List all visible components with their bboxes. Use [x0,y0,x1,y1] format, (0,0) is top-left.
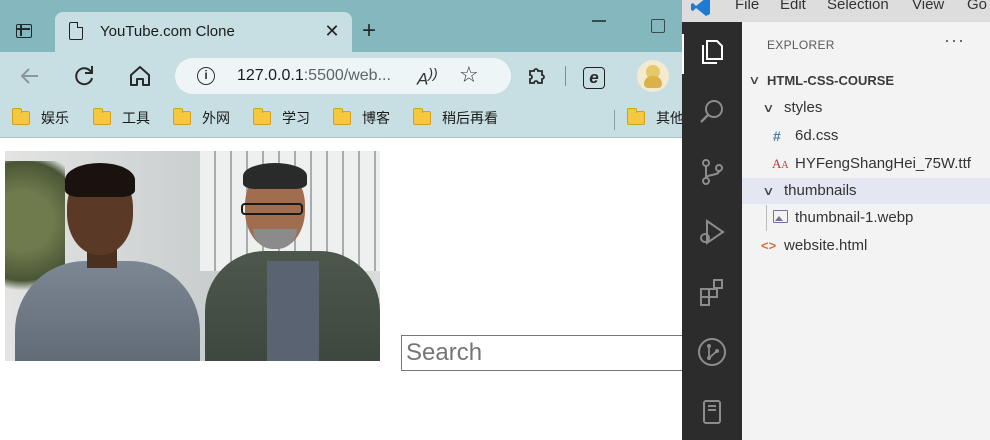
bookmark-label: 其他 [656,110,682,126]
folder-thumbnails[interactable]: ∨ thumbnails [742,178,990,204]
folder-icon [173,108,191,125]
notebook-icon[interactable] [696,396,728,428]
file-html[interactable]: <> website.html [742,233,990,259]
tab-close-icon[interactable]: ✕ [322,21,342,41]
maximize-icon[interactable] [651,19,665,33]
font-file-icon: AA [772,156,789,171]
bookmarks-divider [614,110,615,130]
tab-actions-icon[interactable] [10,18,36,44]
explorer-icon[interactable] [696,36,728,68]
browser-toolbar: i 127.0.0.1:5500/web... A)) ☆ e [0,52,682,100]
git-graph-icon[interactable] [696,336,728,368]
back-icon[interactable] [14,60,46,92]
tab-bar: YouTube.com Clone ✕ + [0,0,682,52]
file-label: thumbnail-1.webp [795,209,914,226]
folder-label: thumbnails [784,182,857,199]
project-name: HTML-CSS-COURSE [767,73,895,88]
ie-mode-icon[interactable]: e [578,60,610,92]
page-content [0,139,682,440]
menu-file[interactable]: File [735,0,759,14]
menu-go[interactable]: Go [967,0,987,14]
profile-avatar[interactable] [637,60,669,92]
tab-youtube-clone[interactable]: YouTube.com Clone ✕ [55,12,352,52]
vscode-logo-icon [690,0,712,18]
folder-icon [93,108,111,125]
active-indicator [682,34,684,74]
tab-title: YouTube.com Clone [100,23,235,40]
folder-icon [333,108,351,125]
explorer-sidebar: EXPLORER ··· ∨ HTML-CSS-COURSE ∨ styles … [742,22,990,440]
toolbar-divider [565,66,567,86]
folder-label: styles [784,99,823,116]
minimize-icon[interactable] [592,20,606,22]
file-css[interactable]: # 6d.css [742,123,990,149]
run-debug-icon[interactable] [696,216,728,248]
extensions-icon[interactable] [520,60,552,92]
folder-icon [12,108,30,125]
folder-icon [413,108,431,125]
browser-window: YouTube.com Clone ✕ + i 127.0.0.1:5500/w… [0,0,682,440]
new-tab-icon[interactable]: + [362,18,376,44]
explorer-title: EXPLORER [767,38,835,52]
refresh-icon[interactable] [68,60,100,92]
folder-styles[interactable]: ∨ styles [742,95,990,121]
extensions-view-icon[interactable] [696,276,728,308]
file-label: HYFengShangHei_75W.ttf [795,155,971,172]
video-thumbnail[interactable] [5,151,380,361]
bookmark-label: 工具 [122,110,150,126]
file-font[interactable]: AA HYFengShangHei_75W.ttf [742,151,990,177]
bookmark-label: 学习 [282,110,310,126]
address-bar[interactable]: i 127.0.0.1:5500/web... A)) ☆ [175,58,511,94]
file-label: website.html [784,237,868,254]
html-file-icon: <> [761,238,777,253]
bookmark-label: 外网 [202,110,230,126]
site-info-icon[interactable]: i [197,67,215,85]
menu-view[interactable]: View [912,0,944,14]
project-root[interactable]: ∨ HTML-CSS-COURSE [742,67,990,93]
read-aloud-icon[interactable]: A)) [417,66,438,90]
activity-bar [682,22,742,440]
menu-edit[interactable]: Edit [780,0,806,14]
bookmark-label: 稍后再看 [442,110,498,126]
bookmark-label: 博客 [362,110,390,126]
folder-icon [253,108,271,125]
chevron-down-icon: ∨ [762,184,775,198]
page-icon [69,22,83,40]
search-input[interactable] [401,335,682,371]
menu-bar: File Edit Selection View Go [682,0,990,22]
search-icon[interactable] [696,96,728,128]
chevron-down-icon: ∨ [762,101,775,115]
bookmarks-bar: 娱乐 工具 外网 学习 博客 稍后再看 其他 [0,100,682,138]
menu-selection[interactable]: Selection [827,0,889,14]
file-label: 6d.css [795,127,839,144]
css-file-icon: # [773,128,781,144]
file-thumbnail[interactable]: thumbnail-1.webp [742,205,990,231]
more-actions-icon[interactable]: ··· [944,30,965,51]
url-text: 127.0.0.1:5500/web... [237,67,391,84]
chevron-down-icon: ∨ [748,73,761,87]
image-file-icon [773,210,788,223]
screen: YouTube.com Clone ✕ + i 127.0.0.1:5500/w… [0,0,990,440]
source-control-icon[interactable] [696,156,728,188]
folder-icon [627,108,645,125]
bookmark-label: 娱乐 [41,110,69,126]
home-icon[interactable] [124,60,156,92]
favorite-icon[interactable]: ☆ [459,62,479,88]
vscode-window: File Edit Selection View Go EXPLORER ···… [682,0,990,440]
